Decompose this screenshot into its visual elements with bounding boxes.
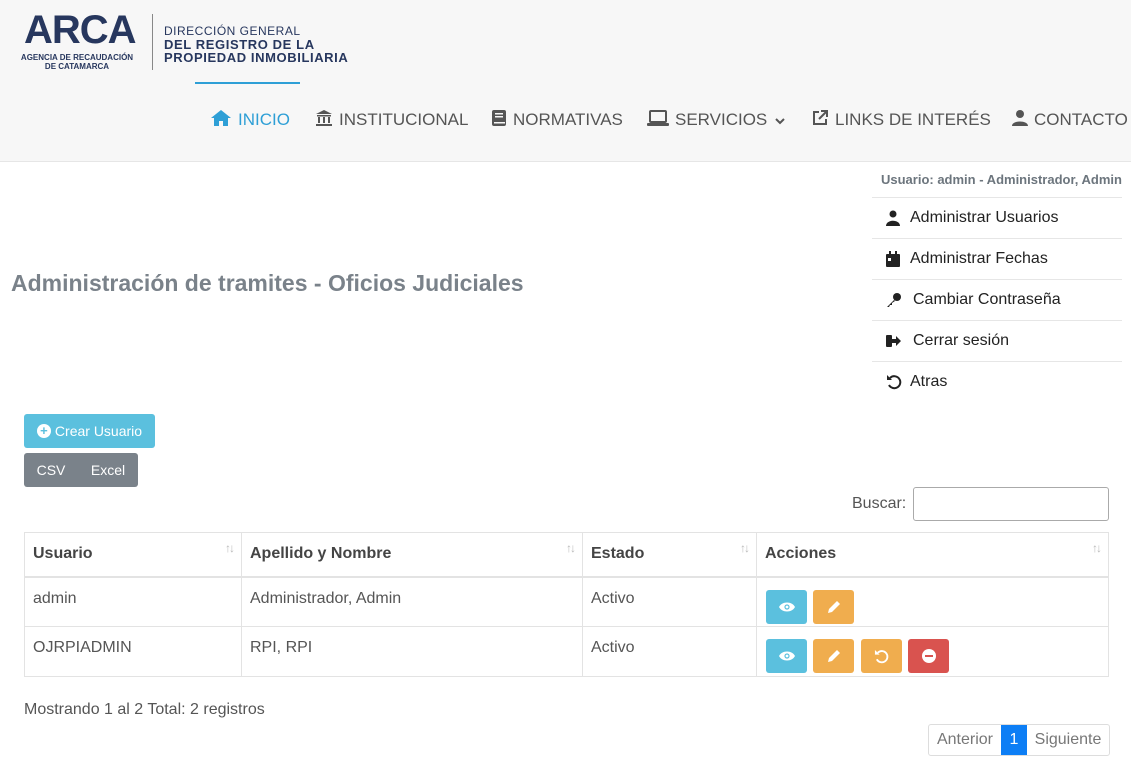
logo-subtitle-1: AGENCIA DE RECAUDACIÓN [20, 53, 134, 62]
reset-password-button[interactable] [860, 639, 902, 673]
cell-usuario: admin [24, 576, 242, 627]
plus-circle-icon: + [36, 424, 51, 438]
edit-button[interactable] [813, 639, 855, 673]
column-header-nombre[interactable]: Apellido y Nombre ↑↓ [241, 532, 583, 578]
logo-subtitle-2: DE CATAMARCA [44, 62, 110, 71]
side-item-cerrar-sesion[interactable]: Cerrar sesión [872, 320, 1122, 361]
column-header-usuario[interactable]: Usuario ↑↓ [24, 532, 242, 578]
side-item-administrar-usuarios[interactable]: Administrar Usuarios [872, 197, 1122, 238]
side-item-label: Cambiar Contraseña [913, 291, 1061, 308]
pagination: Anterior 1 Siguiente [928, 724, 1110, 756]
home-icon [210, 109, 232, 132]
nav-item-contacto[interactable]: CONTACTO [1012, 106, 1128, 134]
undo-icon [874, 649, 889, 663]
nav-label: LINKS DE INTERÉS [835, 110, 991, 129]
side-item-administrar-fechas[interactable]: Administrar Fechas [872, 238, 1122, 279]
nav-item-institucional[interactable]: INSTITUCIONAL [315, 106, 468, 134]
create-user-button[interactable]: + Crear Usuario [24, 414, 155, 448]
side-item-atras[interactable]: Atras [872, 361, 1122, 402]
calendar-icon [886, 251, 910, 267]
nav-label: NORMATIVAS [513, 110, 623, 129]
sign-out-icon [886, 334, 913, 348]
book-icon [491, 109, 507, 132]
table-row: OJRPIADMIN RPI, RPI Activo [24, 626, 1109, 677]
cell-acciones [756, 576, 1109, 627]
sort-icon: ↑↓ [740, 541, 750, 555]
logo-brand: ARCA [24, 8, 137, 52]
side-item-cambiar-contrasena[interactable]: Cambiar Contraseña [872, 279, 1122, 320]
minus-circle-icon [921, 649, 936, 663]
disable-user-button[interactable] [908, 639, 950, 673]
nav-label: INSTITUCIONAL [339, 110, 469, 129]
logo-dg-line-3: PROPIEDAD INMOBILIARIA [164, 50, 349, 65]
nav-item-links[interactable]: LINKS DE INTERÉS [811, 106, 991, 134]
eye-icon [778, 651, 795, 661]
laptop-icon [647, 109, 669, 132]
user-side-menu: Administrar Usuarios Administrar Fechas … [872, 197, 1122, 402]
column-header-estado[interactable]: Estado ↑↓ [582, 532, 757, 578]
excel-export-button[interactable]: Excel [78, 453, 138, 487]
user-icon [886, 210, 910, 226]
nav-label: CONTACTO [1034, 110, 1128, 129]
pencil-icon [827, 600, 840, 613]
csv-export-button[interactable]: CSV [24, 453, 78, 487]
nav-item-inicio[interactable]: INICIO [210, 106, 290, 134]
view-button[interactable] [766, 639, 807, 673]
search-label: Buscar: [852, 495, 907, 512]
next-page-button[interactable]: Siguiente [1027, 725, 1109, 755]
side-item-label: Atras [910, 373, 948, 390]
page-1-button[interactable]: 1 [1001, 725, 1027, 755]
sort-icon: ↑↓ [225, 541, 235, 555]
pagination-info: Mostrando 1 al 2 Total: 2 registros [24, 701, 265, 718]
nav-label: SERVICIOS [675, 110, 768, 129]
side-item-label: Administrar Usuarios [910, 209, 1059, 226]
nav-item-normativas[interactable]: NORMATIVAS [491, 106, 623, 134]
column-header-label: Estado [591, 545, 645, 563]
side-item-label: Administrar Fechas [910, 250, 1048, 267]
current-user: Usuario: admin - Administrador, Admin [880, 172, 1122, 187]
users-table: Usuario ↑↓ Apellido y Nombre ↑↓ Estado ↑… [24, 532, 1109, 677]
arca-logo[interactable]: ARCA AGENCIA DE RECAUDACIÓN DE CATAMARCA… [18, 8, 358, 74]
export-buttons: CSV Excel [24, 453, 138, 487]
main-nav: INICIO INSTITUCIONAL NORMATIVAS SERVICIO… [0, 82, 1131, 158]
search-input[interactable] [913, 487, 1109, 521]
cell-nombre: RPI, RPI [241, 626, 583, 677]
pencil-icon [827, 650, 840, 662]
nav-label: INICIO [238, 110, 290, 129]
sort-icon: ↑↓ [566, 541, 576, 555]
table-row: admin Administrador, Admin Activo [24, 576, 1109, 627]
edit-button[interactable] [813, 589, 855, 624]
logo-divider [152, 14, 153, 70]
key-icon [886, 292, 913, 308]
eye-icon [778, 602, 795, 611]
cell-usuario: OJRPIADMIN [24, 626, 242, 677]
previous-page-button[interactable]: Anterior [929, 725, 1001, 755]
cell-estado: Activo [582, 576, 757, 627]
column-header-label: Usuario [33, 545, 93, 563]
view-button[interactable] [766, 589, 807, 624]
user-icon [1012, 109, 1028, 132]
create-user-label: Crear Usuario [54, 423, 143, 439]
cell-nombre: Administrador, Admin [241, 576, 583, 627]
column-header-label: Acciones [765, 545, 837, 563]
chevron-down-icon [775, 110, 785, 130]
page-title: Administración de tramites - Oficios Jud… [11, 270, 524, 296]
column-header-acciones[interactable]: Acciones ↑↓ [756, 532, 1109, 578]
cell-estado: Activo [582, 626, 757, 677]
sort-icon: ↑↓ [1092, 541, 1102, 555]
bank-icon [315, 109, 333, 132]
undo-icon [886, 374, 910, 390]
side-item-label: Cerrar sesión [913, 332, 1010, 349]
external-link-icon [811, 109, 829, 132]
cell-acciones [756, 626, 1109, 677]
nav-item-servicios[interactable]: SERVICIOS [647, 106, 785, 134]
column-header-label: Apellido y Nombre [250, 545, 392, 563]
table-header-row: Usuario ↑↓ Apellido y Nombre ↑↓ Estado ↑… [24, 532, 1109, 578]
site-header: ARCA AGENCIA DE RECAUDACIÓN DE CATAMARCA… [0, 0, 1131, 162]
active-indicator [195, 82, 300, 84]
